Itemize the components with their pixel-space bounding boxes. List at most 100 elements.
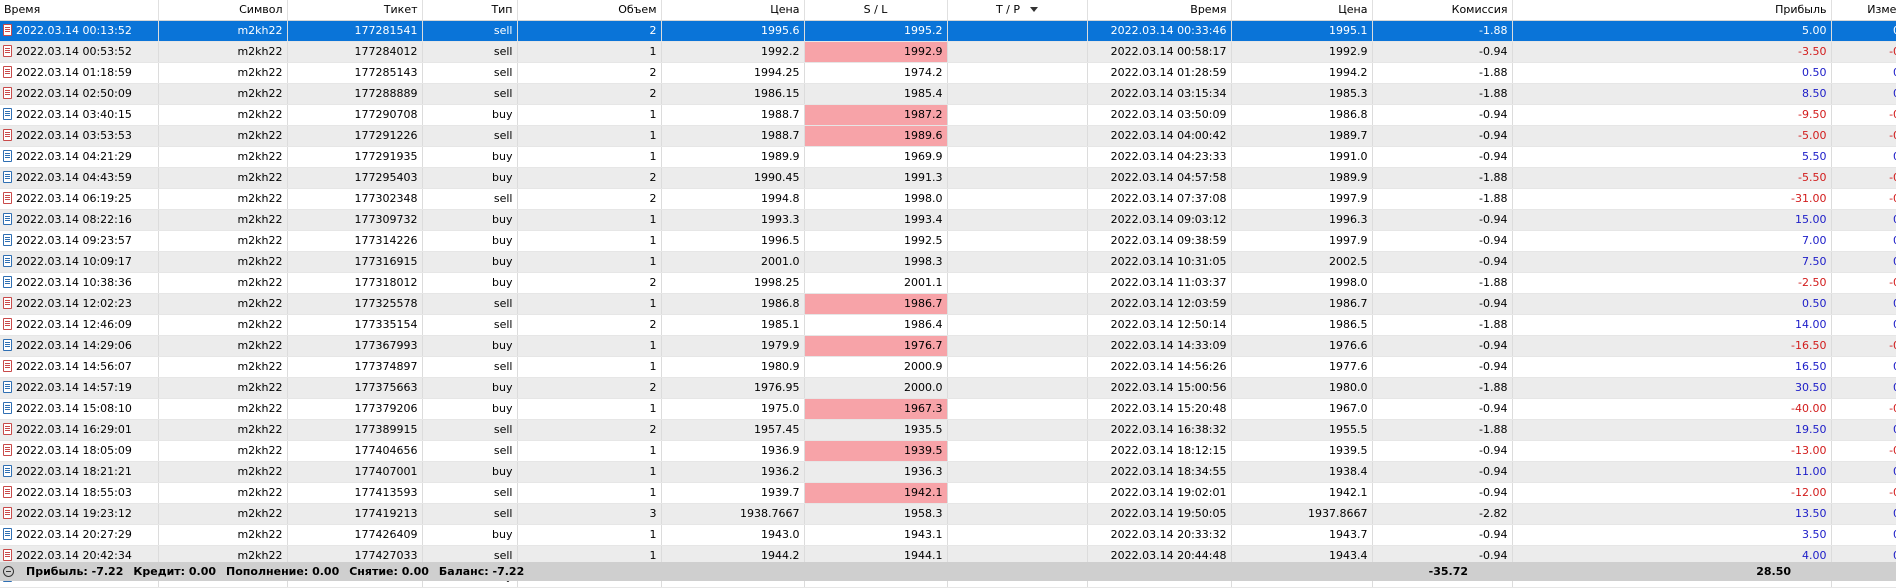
table-row[interactable]: 2022.03.14 18:05:09 m2kh22 177404656 sell 1 1…	[0, 440, 1896, 462]
sell-order-icon	[3, 87, 12, 99]
cell-type: buy	[422, 461, 518, 483]
col-header-symbol[interactable]: Символ	[158, 0, 288, 21]
cell-ticket: 177413593	[287, 482, 423, 504]
cell-symbol: m2kh22	[158, 398, 288, 420]
cell-price: 1995.6	[661, 20, 805, 42]
table-row[interactable]: 2022.03.14 00:13:52 m2kh22 177281541 sell 2 1…	[0, 20, 1896, 42]
cell-commission: -0.94	[1372, 41, 1513, 63]
cell-tp	[947, 314, 1088, 336]
cell-price: 1975.0	[661, 398, 805, 420]
cell-close-price: 1986.7	[1231, 293, 1373, 315]
cell-commission: -1.88	[1372, 314, 1513, 336]
table-row[interactable]: 2022.03.14 08:22:16 m2kh22 177309732 buy 1 19…	[0, 209, 1896, 231]
table-row[interactable]: 2022.03.14 14:29:06 m2kh22 177367993 buy 1 19…	[0, 335, 1896, 357]
table-row[interactable]: 2022.03.14 09:23:57 m2kh22 177314226 buy 1 19…	[0, 230, 1896, 252]
table-row[interactable]: 2022.03.14 00:53:52 m2kh22 177284012 sell 1 1…	[0, 41, 1896, 63]
col-header-ticket[interactable]: Тикет	[287, 0, 423, 21]
col-header-profit[interactable]: Прибыль	[1512, 0, 1832, 21]
table-row[interactable]: 2022.03.14 12:46:09 m2kh22 177335154 sell 2 1…	[0, 314, 1896, 336]
col-header-tp[interactable]: T / P	[947, 0, 1088, 21]
cell-volume: 1	[517, 524, 662, 546]
cell-sl: 1942.1	[804, 482, 948, 504]
cell-ticket: 177295403	[287, 167, 423, 189]
cell-volume: 1	[517, 440, 662, 462]
cell-commission: -2.82	[1372, 503, 1513, 525]
col-header-volume[interactable]: Объем	[517, 0, 662, 21]
cell-profit: -16.50	[1512, 335, 1832, 357]
cell-close-price: 1986.8	[1231, 104, 1373, 126]
table-row[interactable]: 2022.03.14 20:27:29 m2kh22 177426409 buy 1 19…	[0, 524, 1896, 546]
col-header-close-price[interactable]: Цена	[1231, 0, 1373, 21]
cell-symbol: m2kh22	[158, 41, 288, 63]
cell-close-time: 2022.03.14 03:50:09	[1087, 104, 1232, 126]
cell-change: 0.07 %	[1831, 230, 1896, 252]
table-row[interactable]: 2022.03.14 18:21:21 m2kh22 177407001 buy 1 19…	[0, 461, 1896, 483]
cell-close-price: 1976.6	[1231, 335, 1373, 357]
table-row[interactable]: 2022.03.14 14:56:07 m2kh22 177374897 sell 1 1…	[0, 356, 1896, 378]
cell-ticket: 177291226	[287, 125, 423, 147]
cell-time-text: 2022.03.14 02:50:09	[16, 87, 132, 100]
cell-commission: -0.94	[1372, 230, 1513, 252]
table-row[interactable]: 2022.03.14 19:23:12 m2kh22 177419213 sell 3 1…	[0, 503, 1896, 525]
cell-close-time: 2022.03.14 00:33:46	[1087, 20, 1232, 42]
cell-volume: 2	[517, 188, 662, 210]
col-header-change[interactable]: Изменение	[1831, 0, 1896, 21]
table-row[interactable]: 2022.03.14 14:57:19 m2kh22 177375663 buy 2 19…	[0, 377, 1896, 399]
cell-time: 2022.03.14 12:02:23	[0, 293, 159, 315]
cell-symbol: m2kh22	[158, 503, 288, 525]
table-row[interactable]: 2022.03.14 12:02:23 m2kh22 177325578 sell 1 1…	[0, 293, 1896, 315]
cell-tp	[947, 461, 1088, 483]
table-row[interactable]: 2022.03.14 18:55:03 m2kh22 177413593 sell 1 1…	[0, 482, 1896, 504]
table-row[interactable]: 2022.03.14 03:40:15 m2kh22 177290708 buy 1 19…	[0, 104, 1896, 126]
cell-change: -0.05 %	[1831, 125, 1896, 147]
cell-time-text: 2022.03.14 16:29:01	[16, 423, 132, 436]
cell-close-time: 2022.03.14 19:02:01	[1087, 482, 1232, 504]
cell-type: buy	[422, 398, 518, 420]
col-header-type[interactable]: Тип	[422, 0, 518, 21]
cell-sl: 1939.5	[804, 440, 948, 462]
cell-symbol: m2kh22	[158, 335, 288, 357]
table-row[interactable]: 2022.03.14 10:09:17 m2kh22 177316915 buy 1 20…	[0, 251, 1896, 273]
cell-profit: -5.00	[1512, 125, 1832, 147]
cell-symbol: m2kh22	[158, 125, 288, 147]
buy-order-icon	[3, 255, 12, 267]
cell-close-price: 1985.3	[1231, 83, 1373, 105]
col-header-sl[interactable]: S / L	[804, 0, 948, 21]
cell-symbol: m2kh22	[158, 461, 288, 483]
cell-volume: 1	[517, 461, 662, 483]
cell-time: 2022.03.14 03:53:53	[0, 125, 159, 147]
col-header-commission[interactable]: Комиссия	[1372, 0, 1513, 21]
summary-text: Прибыль: -7.22 Кредит: 0.00 Пополнение: …	[0, 565, 524, 578]
cell-change: -0.13 %	[1831, 440, 1896, 462]
cell-volume: 2	[517, 377, 662, 399]
cell-volume: 1	[517, 41, 662, 63]
table-row[interactable]: 2022.03.14 03:53:53 m2kh22 177291226 sell 1 1…	[0, 125, 1896, 147]
col-header-price[interactable]: Цена	[661, 0, 805, 21]
cell-close-time: 2022.03.14 15:20:48	[1087, 398, 1232, 420]
cell-type: buy	[422, 272, 518, 294]
col-header-time[interactable]: Время	[0, 0, 159, 21]
sell-order-icon	[3, 549, 12, 561]
cell-tp	[947, 272, 1088, 294]
cell-sl: 1969.9	[804, 146, 948, 168]
table-row[interactable]: 2022.03.14 02:50:09 m2kh22 177288889 sell 2 1…	[0, 83, 1896, 105]
cell-change: 0.05 %	[1831, 503, 1896, 525]
col-header-close-time[interactable]: Время	[1087, 0, 1232, 21]
cell-profit: 30.50	[1512, 377, 1832, 399]
collapse-icon[interactable]	[3, 566, 14, 577]
table-row[interactable]: 2022.03.14 04:43:59 m2kh22 177295403 buy 2 19…	[0, 167, 1896, 189]
table-row[interactable]: 2022.03.14 16:29:01 m2kh22 177389915 sell 2 1…	[0, 419, 1896, 441]
cell-symbol: m2kh22	[158, 230, 288, 252]
sell-order-icon	[3, 360, 12, 372]
cell-profit: -2.50	[1512, 272, 1832, 294]
table-row[interactable]: 2022.03.14 15:08:10 m2kh22 177379206 buy 1 19…	[0, 398, 1896, 420]
cell-type: buy	[422, 335, 518, 357]
cell-close-price: 1995.1	[1231, 20, 1373, 42]
table-row[interactable]: 2022.03.14 04:21:29 m2kh22 177291935 buy 1 19…	[0, 146, 1896, 168]
cell-price: 1986.8	[661, 293, 805, 315]
table-row[interactable]: 2022.03.14 06:19:25 m2kh22 177302348 sell 2 1…	[0, 188, 1896, 210]
table-row[interactable]: 2022.03.14 10:38:36 m2kh22 177318012 buy 2 19…	[0, 272, 1896, 294]
cell-price: 1988.7	[661, 104, 805, 126]
table-row[interactable]: 2022.03.14 01:18:59 m2kh22 177285143 sell 2 1…	[0, 62, 1896, 84]
cell-volume: 2	[517, 167, 662, 189]
